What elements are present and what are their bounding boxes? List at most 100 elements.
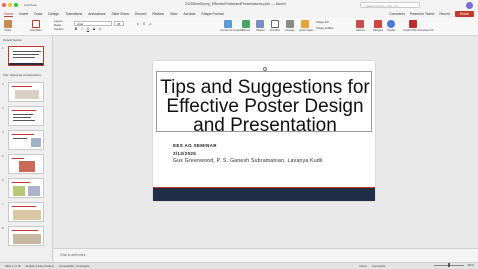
picture-button[interactable]: Picture	[242, 20, 250, 32]
slide-number: 8	[2, 226, 4, 230]
designer-button[interactable]: Designer	[373, 20, 383, 32]
slide-number: 5	[2, 154, 4, 158]
slide-thumbnail-6[interactable]	[8, 178, 44, 198]
maximize-window-icon[interactable]	[14, 3, 18, 7]
tab-draw[interactable]: Draw	[34, 12, 42, 16]
accessibility-status[interactable]: Accessibility: Investigate	[59, 264, 89, 268]
copilot-icon	[387, 20, 396, 28]
strikethrough-button[interactable]: S	[92, 27, 96, 31]
convert-smartart-button[interactable]: Convert to SmartArt	[220, 20, 243, 32]
paragraph-row: ≡ ☰ ⇥	[136, 22, 152, 26]
slide-number: 1	[2, 46, 4, 50]
tab-home[interactable]: Home	[4, 12, 14, 17]
footer-band	[153, 188, 375, 201]
zoom-control: 111%	[434, 263, 474, 267]
underline-button[interactable]: U	[86, 27, 90, 31]
comments-button[interactable]: Comments	[389, 12, 404, 16]
font-size-select[interactable]: 36	[114, 20, 124, 26]
slide-thumbnail-8[interactable]	[8, 226, 44, 246]
clipboard-icon	[4, 20, 12, 28]
status-bar: Slide 1 of 18 English (United States) Ac…	[0, 262, 478, 269]
slide-thumbnail-7[interactable]	[8, 202, 44, 222]
header-actions: Comments Present in Teams Record Share	[389, 10, 474, 17]
font-color-icon[interactable]: A	[98, 27, 102, 31]
text-box-icon	[270, 20, 279, 28]
bold-button[interactable]: B	[74, 27, 78, 31]
tab-review[interactable]: Review	[152, 12, 163, 16]
slide-thumbnail-1[interactable]	[8, 46, 44, 66]
date-label[interactable]: 3/13/2025	[173, 151, 196, 156]
zoom-slider[interactable]	[434, 263, 465, 267]
paste-button[interactable]: Paste	[4, 20, 12, 32]
zoom-slider-knob[interactable]	[448, 263, 451, 267]
copilot-button[interactable]: Copilot	[387, 20, 395, 32]
shapes-button[interactable]: Shapes	[256, 20, 265, 32]
bullets-icon[interactable]: ≡	[136, 22, 140, 26]
slide-editor[interactable]: Tips and Suggestions for Effective Poste…	[54, 36, 478, 248]
new-slide-button[interactable]: New Slide	[30, 20, 42, 32]
create-pdf-button[interactable]: Create PDF and share link	[403, 20, 434, 32]
font-name-select[interactable]: Arial	[74, 20, 112, 26]
seminar-label[interactable]: EES AG SEMINAR	[173, 143, 217, 148]
arrange-button[interactable]: Arrange	[285, 20, 294, 32]
ribbon: Paste New Slide Layout Reset Section Ari…	[0, 18, 478, 36]
section-default[interactable]: Default Section	[3, 38, 22, 42]
title-placeholder[interactable]: Tips and Suggestions for Effective Poste…	[156, 67, 373, 135]
picture-icon	[242, 20, 251, 28]
section-button[interactable]: Section	[52, 27, 64, 32]
shape-fill-button[interactable]: Shape Fill	[314, 20, 336, 25]
comments-toggle[interactable]: Comments	[372, 264, 386, 268]
notes-toggle[interactable]: Notes	[359, 264, 366, 268]
tab-transitions[interactable]: Transitions	[65, 12, 82, 16]
section-two[interactable]: Title: High-level considerations...	[3, 73, 43, 77]
arrange-icon	[285, 20, 294, 28]
record-button[interactable]: Record	[439, 12, 449, 16]
slide-thumbnails-panel[interactable]: Default Section 1 Title: High-level cons…	[0, 36, 53, 261]
autosave-label[interactable]: AutoSave	[24, 3, 37, 7]
designer-icon	[374, 20, 383, 28]
share-button[interactable]: Share	[454, 10, 474, 17]
format-row: B I U S A	[74, 27, 102, 31]
add-ins-button[interactable]: Add-ins	[356, 20, 365, 32]
tab-insert[interactable]: Insert	[19, 12, 28, 16]
minimize-window-icon[interactable]	[8, 3, 12, 7]
pdf-icon	[409, 20, 417, 28]
tab-design[interactable]: Design	[48, 12, 59, 16]
tab-view[interactable]: View	[170, 12, 178, 16]
language-status[interactable]: English (United States)	[26, 264, 55, 268]
document-title: 2025SeedSymp_EffectivePosterandPresentat…	[185, 2, 286, 6]
authors-label[interactable]: Gus Greenwood, P. S. Ganesh Subramanian,…	[173, 158, 333, 165]
tab-slide-show[interactable]: Slide Show	[112, 12, 130, 16]
indent-icon[interactable]: ⇥	[148, 22, 152, 26]
notes-pane[interactable]: Click to add notes	[54, 248, 478, 262]
tab-record[interactable]: Record	[135, 12, 146, 16]
rotate-handle-icon[interactable]	[263, 67, 267, 71]
new-slide-icon	[31, 20, 40, 28]
slide-number: 7	[2, 202, 4, 206]
avatar[interactable]	[466, 1, 473, 9]
quick-styles-icon	[301, 20, 309, 28]
slide-count: Slide 1 of 18	[5, 264, 21, 268]
tab-acrobat[interactable]: Acrobat	[183, 12, 195, 16]
close-window-icon[interactable]	[2, 3, 6, 7]
slide-number: 2	[2, 82, 4, 86]
search-input[interactable]: Search (Cmd + Ctrl + U)	[360, 2, 420, 8]
slide-thumbnail-4[interactable]	[8, 130, 44, 150]
slide-title[interactable]: Tips and Suggestions for Effective Poste…	[157, 78, 373, 135]
slide-number: 3	[2, 106, 4, 110]
text-box-button[interactable]: Text Box	[270, 20, 280, 32]
slide-canvas[interactable]: Tips and Suggestions for Effective Poste…	[153, 61, 375, 201]
shape-outline-button[interactable]: Shape Outline	[314, 26, 340, 31]
add-ins-icon	[356, 20, 365, 28]
slide-thumbnail-2[interactable]	[8, 82, 44, 102]
italic-button[interactable]: I	[80, 27, 84, 31]
slide-thumbnail-3[interactable]	[8, 106, 44, 126]
tab-animations[interactable]: Animations	[88, 12, 105, 16]
quick-styles-button[interactable]: Quick Styles	[299, 20, 313, 32]
zoom-level[interactable]: 111%	[467, 263, 474, 267]
numbering-icon[interactable]: ☰	[142, 22, 146, 26]
smartart-icon	[224, 20, 232, 28]
tab-shape-format[interactable]: Shape Format	[201, 12, 223, 16]
present-teams-button[interactable]: Present in Teams	[410, 12, 435, 16]
slide-thumbnail-5[interactable]	[8, 154, 44, 174]
